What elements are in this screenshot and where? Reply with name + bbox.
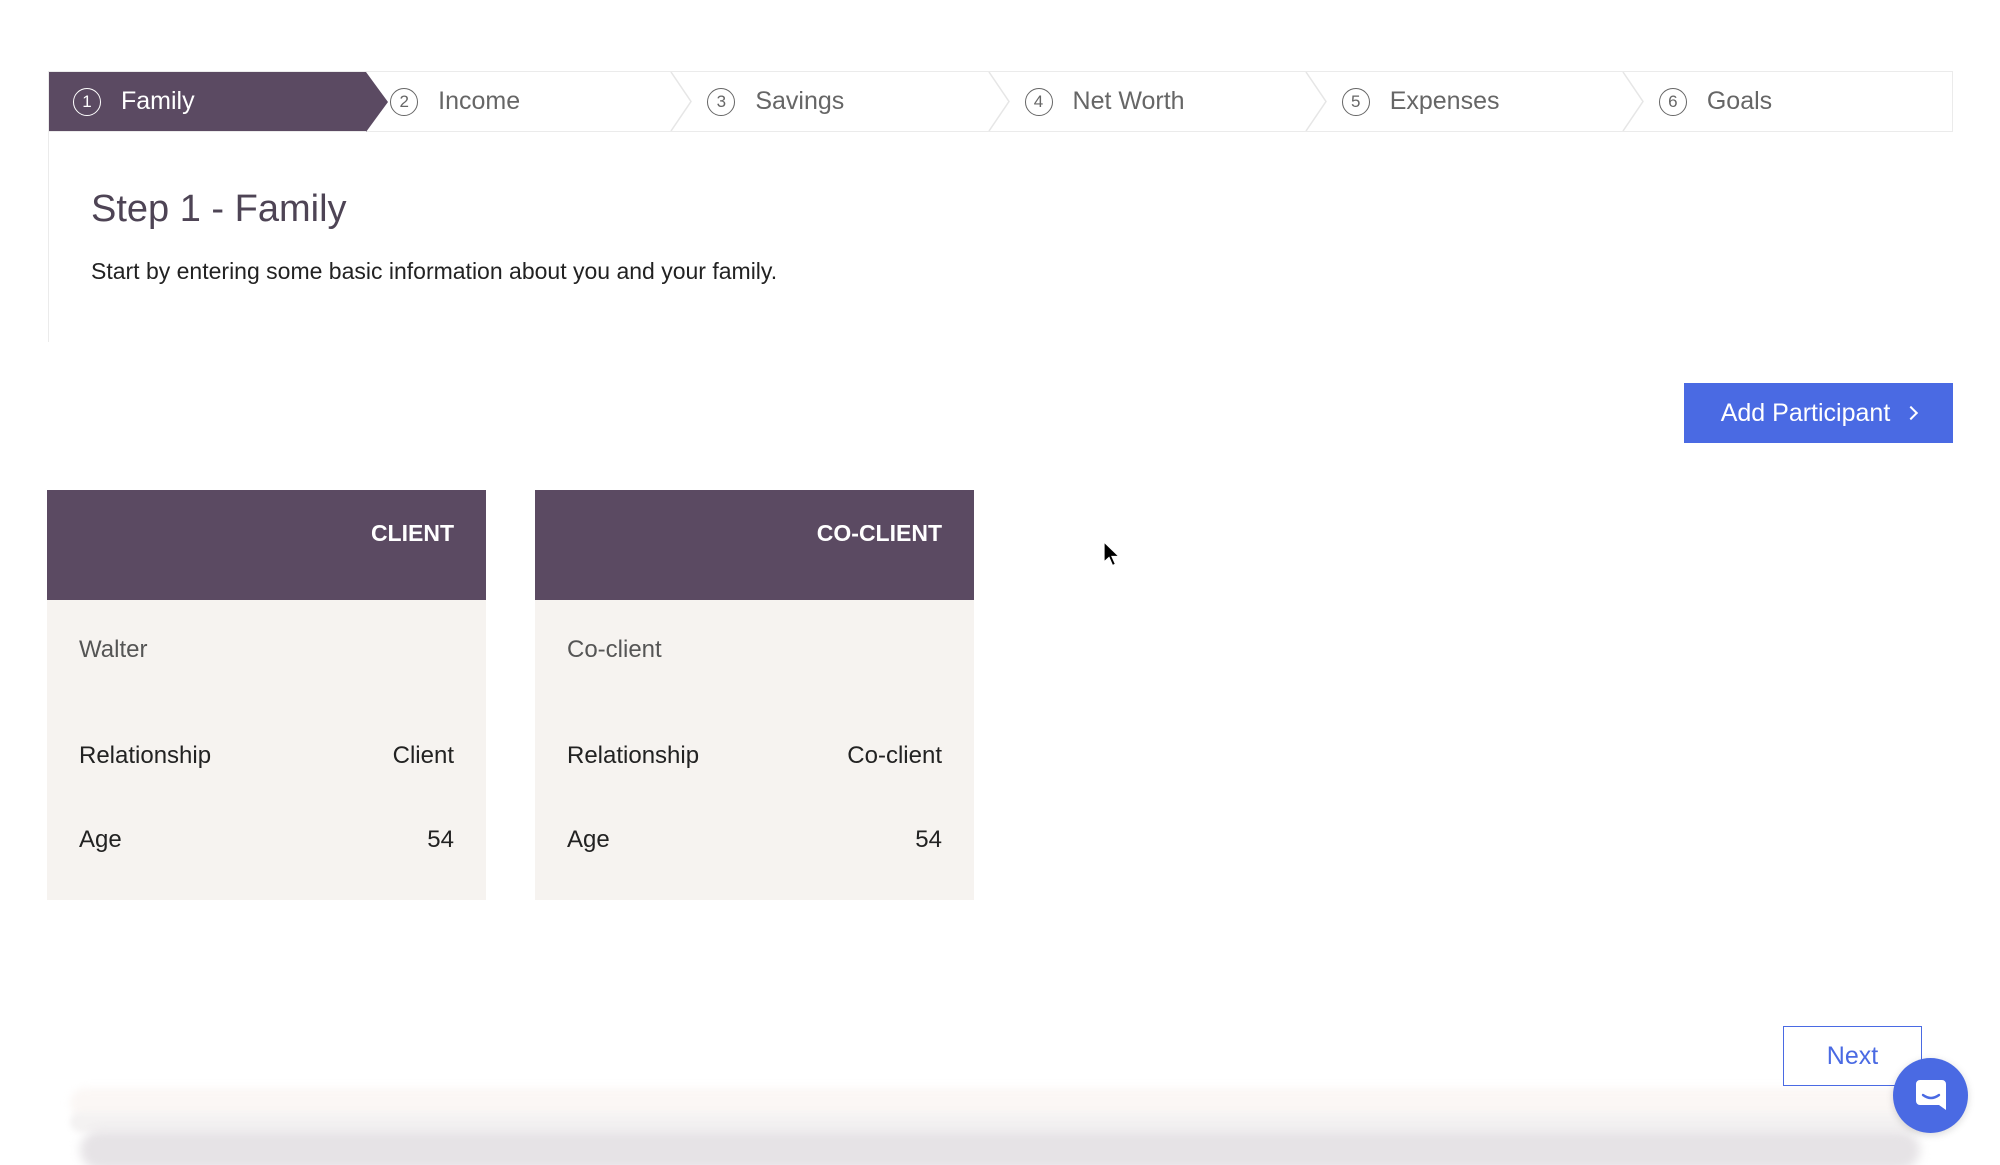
step-divider-icon [670, 72, 693, 131]
relationship-value: Client [392, 742, 454, 769]
step-goals[interactable]: 6 Goals [1635, 72, 1952, 131]
card-role: CLIENT [47, 490, 486, 600]
step-family[interactable]: 1 Family [49, 72, 389, 132]
step-number-icon: 2 [390, 87, 419, 116]
chevron-right-icon [1904, 405, 1919, 421]
step-expenses[interactable]: 5 Expenses [1318, 72, 1644, 131]
step-savings[interactable]: 3 Savings [683, 72, 1010, 131]
page-title: Step 1 - Family [91, 188, 347, 230]
chat-bubble-icon [1915, 1079, 1946, 1110]
step-arrow-icon [366, 72, 389, 132]
age-label: Age [79, 826, 122, 853]
page-subtitle: Start by entering some basic information… [91, 258, 778, 284]
age-row: Age 54 [79, 826, 454, 854]
step-divider-icon [1305, 72, 1327, 131]
step-number-icon: 4 [1024, 87, 1053, 116]
step-header: Step 1 - Family Start by entering some b… [48, 132, 948, 342]
step-label: Expenses [1389, 87, 1500, 115]
step-income[interactable]: 2 Income [366, 72, 693, 131]
add-participant-label: Add Participant [1720, 398, 1891, 427]
step-number-icon: 6 [1658, 87, 1687, 116]
background-layer [80, 1130, 1920, 1165]
participant-card-client[interactable]: CLIENT Walter Relationship Client Age 54 [47, 490, 486, 900]
relationship-value: Co-client [847, 742, 942, 769]
participant-name: Walter [79, 636, 148, 663]
step-label: Savings [755, 87, 845, 115]
step-label: Net Worth [1072, 87, 1185, 115]
relationship-row: Relationship Client [79, 742, 454, 770]
relationship-label: Relationship [79, 742, 212, 769]
add-participant-button[interactable]: Add Participant [1684, 383, 1953, 443]
stepper: 1 Family 2 Income 3 Savings 4 Net Worth [48, 71, 1953, 132]
background-layer [70, 1112, 1930, 1132]
step-number-icon: 1 [73, 87, 101, 116]
chat-launcher-button[interactable] [1893, 1058, 1968, 1133]
step-label: Income [438, 87, 521, 115]
age-row: Age 54 [567, 826, 942, 854]
relationship-label: Relationship [567, 742, 700, 769]
step-label: Family [121, 87, 195, 115]
age-value: 54 [427, 826, 454, 853]
participant-card-co-client[interactable]: CO-CLIENT Co-client Relationship Co-clie… [535, 490, 974, 900]
relationship-row: Relationship Co-client [567, 742, 942, 770]
page: 1 Family 2 Income 3 Savings 4 Net Worth [0, 0, 2000, 1165]
step-net-worth[interactable]: 4 Net Worth [1001, 72, 1327, 131]
age-value: 54 [915, 826, 942, 853]
participant-name: Co-client [567, 636, 662, 663]
step-number-icon: 3 [707, 87, 736, 116]
step-divider-icon [1622, 72, 1644, 131]
step-number-icon: 5 [1341, 87, 1370, 116]
step-label: Goals [1706, 87, 1773, 115]
age-label: Age [567, 826, 610, 853]
mouse-pointer-icon [1103, 541, 1121, 567]
card-role: CO-CLIENT [535, 490, 974, 600]
step-divider-icon [987, 72, 1010, 131]
